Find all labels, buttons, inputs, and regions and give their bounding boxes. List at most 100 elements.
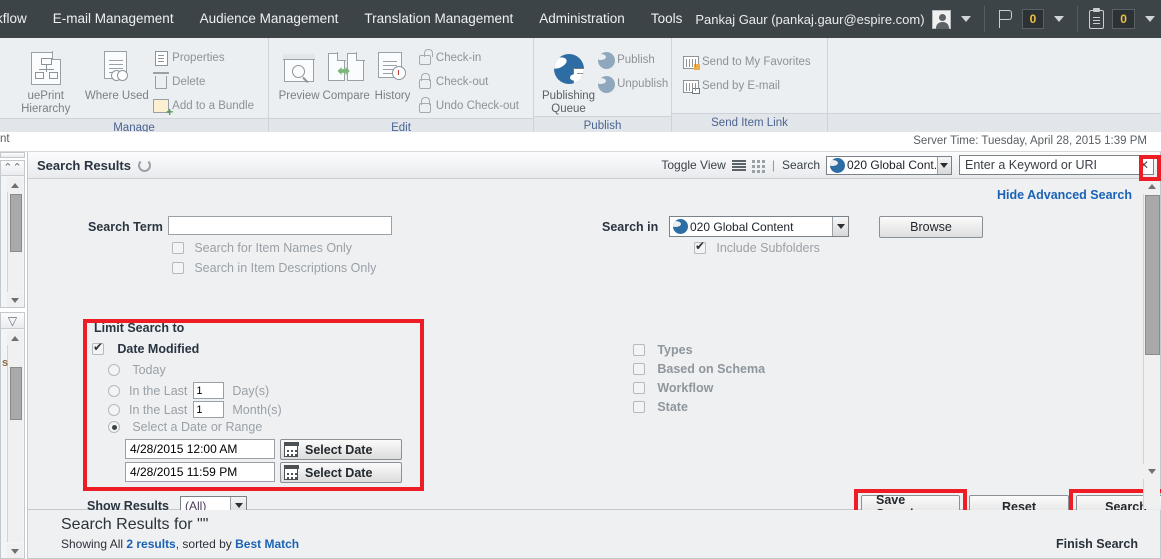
ribbon-button-publish[interactable]: Publish	[595, 48, 674, 72]
checkbox-item-names-only[interactable]	[172, 242, 184, 254]
ribbon-button-compare[interactable]: ⬌ Compare	[321, 44, 371, 103]
clear-keyword-icon[interactable]: ✕	[1139, 158, 1149, 172]
avatar[interactable]	[931, 9, 951, 29]
list-view-icon[interactable]	[731, 159, 746, 171]
keyword-input[interactable]: Enter a Keyword or URI ✕	[959, 155, 1154, 175]
ribbon-label: Where Used	[84, 90, 149, 102]
scroll-down-button-lower[interactable]	[7, 544, 23, 558]
history-icon	[371, 46, 414, 90]
search-in-dropdown[interactable]: 020 Global Content	[669, 216, 849, 237]
page-title: Search Results	[37, 157, 131, 173]
ribbon-button-unpublish[interactable]: Unpublish	[595, 72, 674, 96]
menu-item-audience-management[interactable]: Audience Management	[187, 0, 352, 38]
date-from-input[interactable]	[125, 439, 275, 459]
clipboard-chevron-down-icon[interactable]	[1144, 16, 1155, 22]
menu-item-workflow[interactable]: kflow	[0, 0, 40, 38]
grid-view-icon[interactable]	[751, 159, 765, 171]
scrollbar-thumb-lower[interactable]	[10, 367, 22, 420]
scroll-up-button-lower[interactable]	[7, 331, 23, 345]
select-date-to-label: Select Date	[305, 465, 373, 480]
ribbon-button-undo-check-out[interactable]: Undo Check-out	[414, 94, 525, 118]
ribbon-label: Send by E-mail	[702, 80, 780, 92]
checkbox-include-subfolders[interactable]	[694, 239, 706, 254]
divider	[1077, 6, 1079, 32]
scrollbar-track-upper[interactable]	[7, 192, 23, 292]
panel-scrollbar[interactable]	[1143, 179, 1160, 509]
select-date-from-label: Select Date	[305, 442, 373, 457]
menu-item-tools[interactable]: Tools	[638, 0, 696, 38]
panel-scroll-down-button[interactable]	[1143, 464, 1160, 479]
collapse-up-icon[interactable]: ⌃⌃	[3, 162, 21, 174]
menu-item-administration[interactable]: Administration	[526, 0, 638, 38]
flag-count-badge: 0	[1021, 9, 1045, 29]
user-chevron-down-icon[interactable]	[960, 16, 971, 22]
select-date-to-button[interactable]: Select Date	[280, 462, 402, 483]
checkbox-state[interactable]	[633, 401, 645, 413]
checkbox-types[interactable]	[633, 344, 645, 356]
ribbon-group-label-empty	[828, 113, 1161, 132]
checkbox-workflow[interactable]	[633, 382, 645, 394]
ribbon-label: Check-in	[435, 52, 482, 64]
radio-in-last-months[interactable]	[108, 403, 120, 416]
divider: |	[771, 158, 775, 172]
flag-icon[interactable]	[996, 9, 1014, 29]
ribbon-button-properties[interactable]: Properties	[150, 46, 260, 70]
ribbon-label: Properties	[172, 52, 225, 64]
sort-by-link[interactable]: Best Match	[235, 537, 299, 551]
checkbox-based-on-schema[interactable]	[633, 363, 645, 375]
scrollbar-thumb-upper[interactable]	[10, 194, 22, 252]
keyword-placeholder: Enter a Keyword or URI	[965, 158, 1097, 172]
ribbon-label: Send to My Favorites	[702, 56, 811, 68]
panel-scroll-up-button[interactable]	[1143, 179, 1160, 194]
menu-item-translation-management[interactable]: Translation Management	[351, 0, 526, 38]
radio-select-date-or-range[interactable]	[108, 421, 120, 433]
ribbon-button-history[interactable]: History	[371, 44, 414, 103]
chevron-down-icon[interactable]	[936, 156, 951, 174]
ribbon-label: Publish	[617, 54, 655, 66]
ribbon-button-check-out[interactable]: Check-out	[414, 70, 525, 94]
ribbon-button-preview[interactable]: Preview	[277, 44, 321, 103]
server-time-bar: nt Server Time: Tuesday, April 28, 2015 …	[0, 132, 1161, 152]
ribbon-button-send-by-email[interactable]: Send by E-mail	[680, 74, 817, 98]
radio-in-last-days-label: In the Last	[129, 383, 188, 398]
ribbon-button-add-to-a-bundle[interactable]: Add to a Bundle	[150, 94, 260, 118]
hide-advanced-search-link[interactable]: Hide Advanced Search	[997, 188, 1132, 202]
ribbon-button-send-to-my-favorites[interactable]: Send to My Favorites	[680, 50, 817, 74]
left-rail: ⌃⌃ ▽ s	[0, 152, 26, 559]
menu-item-email-management[interactable]: E-mail Management	[40, 0, 187, 38]
checkbox-date-modified[interactable]	[92, 340, 104, 355]
date-to-input[interactable]	[125, 462, 275, 482]
input-last-days[interactable]	[193, 382, 225, 399]
ribbon-button-where-used[interactable]: Where Used	[83, 44, 150, 103]
showing-middle: , sorted by	[175, 537, 236, 551]
scroll-up-button-upper[interactable]	[7, 178, 23, 192]
scrollbar-track-lower[interactable]	[7, 345, 23, 542]
ribbon-group-send-item-link: Send to My Favorites Send by E-mail Send…	[672, 38, 827, 132]
ribbon-button-publishing-queue[interactable]: Publishing Queue	[542, 44, 595, 116]
refresh-icon[interactable]	[137, 158, 151, 172]
chevron-down-icon[interactable]	[832, 217, 848, 236]
filter-funnel-icon[interactable]: ▽	[8, 315, 17, 327]
checkbox-item-descriptions-only[interactable]	[172, 262, 184, 274]
ribbon-button-blueprint-hierarchy[interactable]: uePrint Hierarchy	[8, 44, 83, 116]
search-scope-dropdown[interactable]: 020 Global Cont...	[826, 155, 952, 175]
results-count-link[interactable]: 2 results	[126, 537, 175, 551]
radio-in-last-days[interactable]	[108, 384, 120, 397]
scroll-down-button-upper[interactable]	[7, 293, 23, 307]
clipboard-icon[interactable]	[1089, 7, 1105, 29]
radio-select-date-or-range-label: Select a Date or Range	[132, 420, 263, 434]
ribbon-button-check-in[interactable]: Check-in	[414, 46, 525, 70]
radio-today[interactable]	[108, 364, 120, 376]
finish-search-button[interactable]: Finish Search	[1056, 537, 1138, 551]
ribbon-button-delete[interactable]: Delete	[150, 70, 260, 94]
ribbon-label: Compare	[322, 90, 370, 102]
search-term-input[interactable]	[168, 216, 392, 235]
panel-scrollbar-thumb[interactable]	[1145, 195, 1160, 355]
browse-button[interactable]: Browse	[879, 216, 983, 238]
input-last-months[interactable]	[193, 401, 225, 418]
menu-items: kflow E-mail Management Audience Managem…	[0, 0, 695, 38]
select-date-from-button[interactable]: Select Date	[280, 439, 402, 460]
ribbon-group-edit: Preview ⬌ Compare History Check-in Check…	[269, 38, 533, 137]
flag-chevron-down-icon[interactable]	[1054, 16, 1065, 22]
ribbon-label: Check-out	[435, 76, 489, 88]
